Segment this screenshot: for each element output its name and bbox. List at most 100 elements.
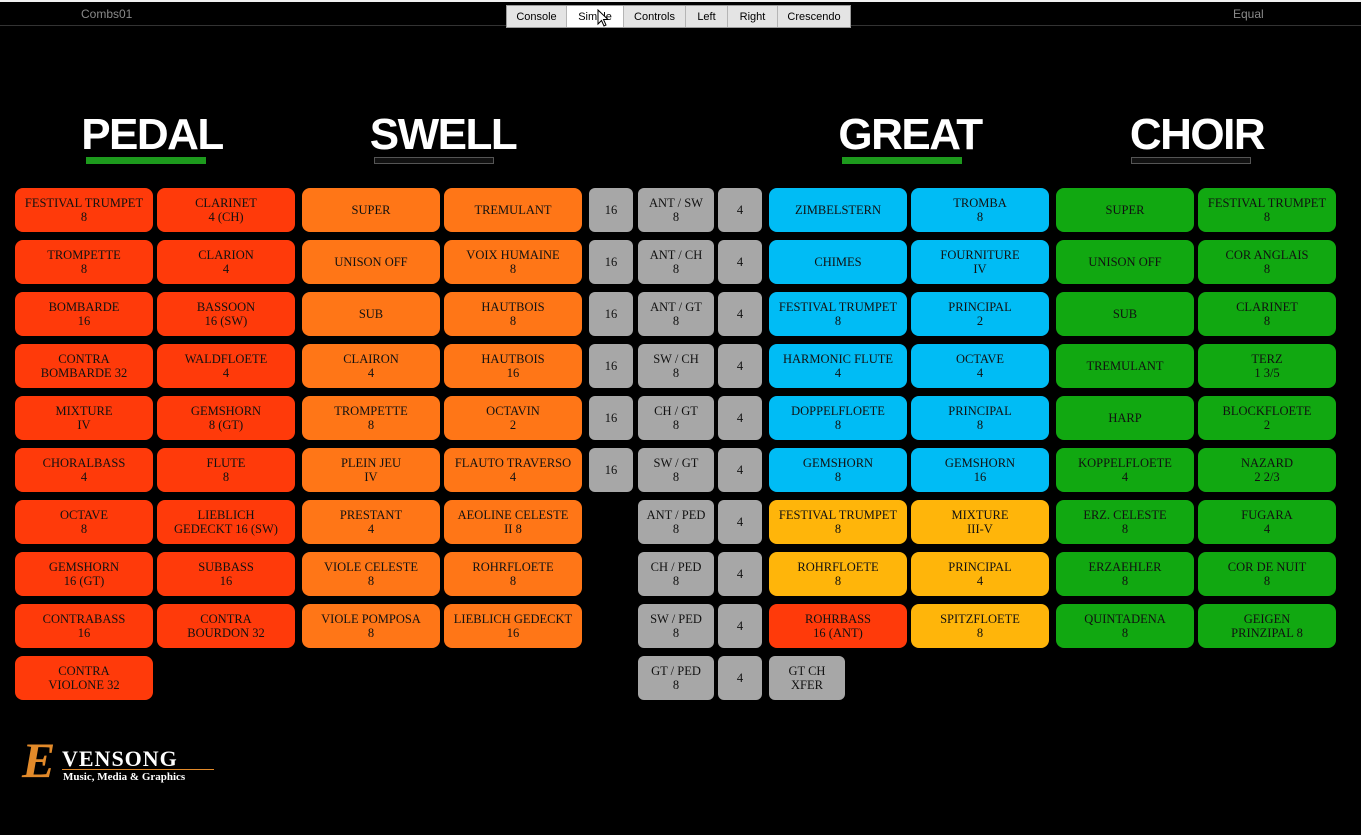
tab-left[interactable]: Left [686,6,728,27]
pedal-stop-col2-4[interactable]: WALDFLOETE 4 [157,344,295,388]
coupler-4-7[interactable]: 4 [718,500,762,544]
pedal-stop-col1-1[interactable]: FESTIVAL TRUMPET 8 [15,188,153,232]
swell-stop-col1-2[interactable]: UNISON OFF [302,240,440,284]
tab-simple[interactable]: Simple [567,6,624,27]
pedal-stop-col2-1[interactable]: CLARINET 4 (CH) [157,188,295,232]
coupler-5[interactable]: CH / GT 8 [638,396,714,440]
coupler-4-5[interactable]: 4 [718,396,762,440]
choir-stop-col2-2[interactable]: COR ANGLAIS 8 [1198,240,1336,284]
tab-controls[interactable]: Controls [624,6,686,27]
coupler-6[interactable]: SW / GT 8 [638,448,714,492]
swell-stop-col1-6[interactable]: PLEIN JEU IV [302,448,440,492]
swell-stop-col1-8[interactable]: VIOLE CELESTE 8 [302,552,440,596]
choir-stop-col1-4[interactable]: TREMULANT [1056,344,1194,388]
swell-stop-col2-6[interactable]: FLAUTO TRAVERSO 4 [444,448,582,492]
coupler-3[interactable]: ANT / GT 8 [638,292,714,336]
swell-stop-col1-4[interactable]: CLAIRON 4 [302,344,440,388]
great-stop-col1-8[interactable]: ROHRFLOETE 8 [769,552,907,596]
great-stop-col2-3[interactable]: PRINCIPAL 2 [911,292,1049,336]
coupler-16-3[interactable]: 16 [589,292,633,336]
pedal-stop-col2-3[interactable]: BASSOON 16 (SW) [157,292,295,336]
swell-stop-col2-4[interactable]: HAUTBOIS 16 [444,344,582,388]
choir-stop-col1-5[interactable]: HARP [1056,396,1194,440]
swell-stop-col2-3[interactable]: HAUTBOIS 8 [444,292,582,336]
coupler-16-5[interactable]: 16 [589,396,633,440]
swell-stop-col1-9[interactable]: VIOLE POMPOSA 8 [302,604,440,648]
choir-stop-col1-9[interactable]: QUINTADENA 8 [1056,604,1194,648]
coupler-4-8[interactable]: 4 [718,552,762,596]
tab-crescendo[interactable]: Crescendo [778,6,850,27]
pedal-stop-col1-9[interactable]: CONTRABASS 16 [15,604,153,648]
coupler-16-4[interactable]: 16 [589,344,633,388]
pedal-stop-col1-6[interactable]: CHORALBASS 4 [15,448,153,492]
coupler-4-4[interactable]: 4 [718,344,762,388]
great-stop-col1-9[interactable]: ROHRBASS 16 (ANT) [769,604,907,648]
swell-stop-col2-5[interactable]: OCTAVIN 2 [444,396,582,440]
great-stop-col2-6[interactable]: GEMSHORN 16 [911,448,1049,492]
choir-stop-col2-5[interactable]: BLOCKFLOETE 2 [1198,396,1336,440]
great-stop-col1-6[interactable]: GEMSHORN 8 [769,448,907,492]
choir-stop-col2-4[interactable]: TERZ 1 3/5 [1198,344,1336,388]
choir-stop-col2-6[interactable]: NAZARD 2 2/3 [1198,448,1336,492]
great-stop-col1-1[interactable]: ZIMBELSTERN [769,188,907,232]
swell-stop-col1-3[interactable]: SUB [302,292,440,336]
choir-stop-col2-7[interactable]: FUGARA 4 [1198,500,1336,544]
swell-stop-col1-7[interactable]: PRESTANT 4 [302,500,440,544]
pedal-stop-col2-2[interactable]: CLARION 4 [157,240,295,284]
choir-stop-col1-7[interactable]: ERZ. CELESTE 8 [1056,500,1194,544]
swell-stop-col2-2[interactable]: VOIX HUMAINE 8 [444,240,582,284]
coupler-4-3[interactable]: 4 [718,292,762,336]
pedal-stop-col2-5[interactable]: GEMSHORN 8 (GT) [157,396,295,440]
pedal-stop-col2-8[interactable]: SUBBASS 16 [157,552,295,596]
choir-stop-col1-8[interactable]: ERZAEHLER 8 [1056,552,1194,596]
pedal-stop-col1-8[interactable]: GEMSHORN 16 (GT) [15,552,153,596]
great-stop-col2-8[interactable]: PRINCIPAL 4 [911,552,1049,596]
swell-stop-col2-9[interactable]: LIEBLICH GEDECKT 16 [444,604,582,648]
coupler-16-6[interactable]: 16 [589,448,633,492]
great-stop-col2-2[interactable]: FOURNITURE IV [911,240,1049,284]
choir-stop-col1-3[interactable]: SUB [1056,292,1194,336]
swell-stop-col2-8[interactable]: ROHRFLOETE 8 [444,552,582,596]
choir-stop-col2-3[interactable]: CLARINET 8 [1198,292,1336,336]
coupler-4-10[interactable]: 4 [718,656,762,700]
choir-stop-col2-8[interactable]: COR DE NUIT 8 [1198,552,1336,596]
coupler-16-1[interactable]: 16 [589,188,633,232]
great-stop-col2-4[interactable]: OCTAVE 4 [911,344,1049,388]
pedal-stop-col1-3[interactable]: BOMBARDE 16 [15,292,153,336]
pedal-stop-col1-5[interactable]: MIXTURE IV [15,396,153,440]
pedal-stop-col2-7[interactable]: LIEBLICH GEDECKT 16 (SW) [157,500,295,544]
coupler-2[interactable]: ANT / CH 8 [638,240,714,284]
pedal-stop-col2-9[interactable]: CONTRA BOURDON 32 [157,604,295,648]
swell-stop-col1-5[interactable]: TROMPETTE 8 [302,396,440,440]
pedal-stop-col1-4[interactable]: CONTRA BOMBARDE 32 [15,344,153,388]
coupler-4-2[interactable]: 4 [718,240,762,284]
pedal-stop-col1-7[interactable]: OCTAVE 8 [15,500,153,544]
great-stop-col2-9[interactable]: SPITZFLOETE 8 [911,604,1049,648]
great-stop-col2-1[interactable]: TROMBA 8 [911,188,1049,232]
great-stop-col2-5[interactable]: PRINCIPAL 8 [911,396,1049,440]
coupler-16-2[interactable]: 16 [589,240,633,284]
great-stop-col1-4[interactable]: HARMONIC FLUTE 4 [769,344,907,388]
great-stop-col1-7[interactable]: FESTIVAL TRUMPET 8 [769,500,907,544]
tab-console[interactable]: Console [507,6,567,27]
pedal-stop-col1-2[interactable]: TROMPETTE 8 [15,240,153,284]
coupler-7[interactable]: ANT / PED 8 [638,500,714,544]
coupler-4-9[interactable]: 4 [718,604,762,648]
coupler-4-1[interactable]: 4 [718,188,762,232]
pedal-stop-col1-10[interactable]: CONTRA VIOLONE 32 [15,656,153,700]
choir-stop-col2-9[interactable]: GEIGEN PRINZIPAL 8 [1198,604,1336,648]
pedal-stop-col2-6[interactable]: FLUTE 8 [157,448,295,492]
great-stop-col2-7[interactable]: MIXTURE III-V [911,500,1049,544]
coupler-1[interactable]: ANT / SW 8 [638,188,714,232]
coupler-4[interactable]: SW / CH 8 [638,344,714,388]
choir-stop-col2-1[interactable]: FESTIVAL TRUMPET 8 [1198,188,1336,232]
gt-ch-transfer-button[interactable]: GT CH XFER [769,656,845,700]
coupler-8[interactable]: CH / PED 8 [638,552,714,596]
swell-stop-col2-7[interactable]: AEOLINE CELESTE II 8 [444,500,582,544]
choir-stop-col1-1[interactable]: SUPER [1056,188,1194,232]
great-stop-col1-5[interactable]: DOPPELFLOETE 8 [769,396,907,440]
great-stop-col1-2[interactable]: CHIMES [769,240,907,284]
tab-right[interactable]: Right [728,6,778,27]
swell-stop-col1-1[interactable]: SUPER [302,188,440,232]
choir-stop-col1-6[interactable]: KOPPELFLOETE 4 [1056,448,1194,492]
